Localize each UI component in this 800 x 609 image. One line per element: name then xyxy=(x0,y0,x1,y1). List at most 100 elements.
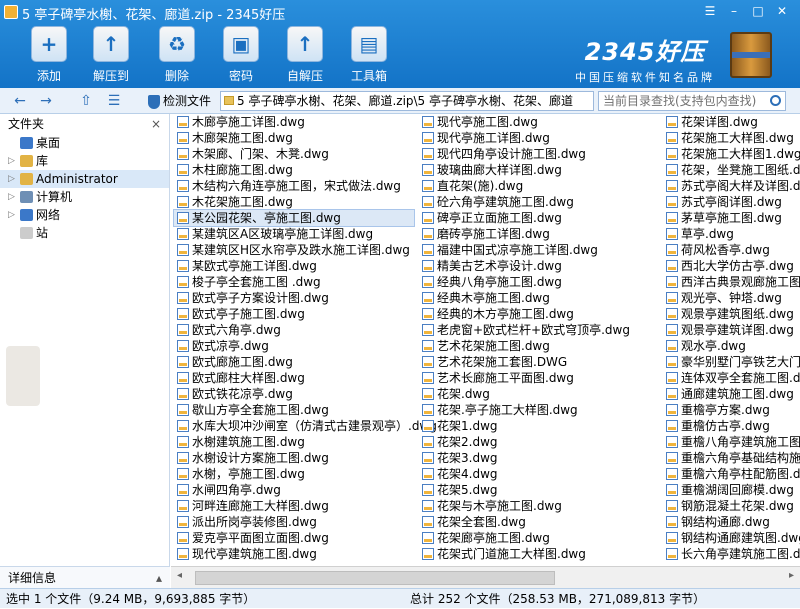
file-item[interactable]: 花架全套图.dwg xyxy=(419,514,659,530)
file-item[interactable]: 钢结构通廊建筑图.dwg xyxy=(663,530,800,546)
file-item[interactable]: 苏式亭阁详图.dwg xyxy=(663,194,800,210)
file-item[interactable]: 花架1.dwg xyxy=(419,418,659,434)
file-item[interactable]: 艺术花架施工套图.DWG xyxy=(419,354,659,370)
file-item[interactable]: 欧式廊柱大样图.dwg xyxy=(174,370,414,386)
file-item[interactable]: 木结构六角连亭施工图，宋式做法.dwg xyxy=(174,178,414,194)
file-item[interactable]: 梭子亭全套施工图 .dwg xyxy=(174,274,414,290)
file-item[interactable]: 木廊架施工图.dwg xyxy=(174,130,414,146)
file-item[interactable]: 经典木亭施工图.dwg xyxy=(419,290,659,306)
file-item[interactable]: 某建筑区H区水帘亭及跌水施工详图.dwg xyxy=(174,242,414,258)
file-item[interactable]: 花架.dwg xyxy=(419,386,659,402)
file-item[interactable]: 豪华别墅门亭铁艺大门施工图.dwg xyxy=(663,354,800,370)
sidebar-item[interactable]: ▷ 计算机 xyxy=(0,188,169,206)
toolbar-button[interactable]: ↑ 自解压 xyxy=(280,26,330,86)
file-item[interactable]: 福建中国式凉亭施工详图.dwg xyxy=(419,242,659,258)
minimize-button[interactable]: – xyxy=(724,2,744,20)
file-item[interactable]: 砼六角亭建筑施工图.dwg xyxy=(419,194,659,210)
toolbar-button[interactable]: ♻ 删除 xyxy=(152,26,202,86)
file-item[interactable]: 木柱廊施工图.dwg xyxy=(174,162,414,178)
file-item[interactable]: 花架2.dwg xyxy=(419,434,659,450)
file-item[interactable]: 花架3.dwg xyxy=(419,450,659,466)
view-mode-icon[interactable]: ☰ xyxy=(104,92,124,110)
file-item[interactable]: 观水亭.dwg xyxy=(663,338,800,354)
sidebar-item[interactable]: ▷ 网络 xyxy=(0,206,169,224)
sidebar-item[interactable]: ▷ Administrator xyxy=(0,170,169,188)
file-item[interactable]: 西洋古典景观廊施工图.dwg xyxy=(663,274,800,290)
file-item[interactable]: 花架4.dwg xyxy=(419,466,659,482)
file-item[interactable]: 欧式铁花凉亭.dwg xyxy=(174,386,414,402)
file-item[interactable]: 重檐仿古亭.dwg xyxy=(663,418,800,434)
file-item[interactable]: 花架与木亭施工图.dwg xyxy=(419,498,659,514)
file-item[interactable]: 现代四角亭设计施工图.dwg xyxy=(419,146,659,162)
file-item[interactable]: 经典的木方亭施工图.dwg xyxy=(419,306,659,322)
file-item[interactable]: 连体双亭全套施工图.dwg xyxy=(663,370,800,386)
file-item[interactable]: 花架5.dwg xyxy=(419,482,659,498)
file-item[interactable]: 木花架施工图.dwg xyxy=(174,194,414,210)
expand-arrow-icon[interactable]: ▷ xyxy=(8,188,15,206)
file-item[interactable]: 钢结构通廊.dwg xyxy=(663,514,800,530)
detect-files-button[interactable]: 检测文件 xyxy=(148,92,211,110)
file-item[interactable]: 重檐湖阔回廊模.dwg xyxy=(663,482,800,498)
horizontal-scrollbar[interactable]: ◂ ▸ xyxy=(171,566,800,588)
toolbar-button[interactable]: ▣ 密码 xyxy=(216,26,266,86)
file-item[interactable]: 水榭，亭施工图.dwg xyxy=(174,466,414,482)
scrollbar-thumb[interactable] xyxy=(195,571,555,585)
file-item[interactable]: 花架廊亭施工图.dwg xyxy=(419,530,659,546)
file-item[interactable]: 重檐六角亭柱配筋图.dwg xyxy=(663,466,800,482)
search-input[interactable]: 当前目录查找(支持包内查找) xyxy=(598,91,786,111)
file-item[interactable]: 直花架(施).dwg xyxy=(419,178,659,194)
file-item[interactable]: 花架详图.dwg xyxy=(663,114,800,130)
file-item[interactable]: 经典八角亭施工图.dwg xyxy=(419,274,659,290)
file-item[interactable]: 木廊亭施工详图.dwg xyxy=(174,114,414,130)
file-item[interactable]: 派出所岗亭装修图.dwg xyxy=(174,514,414,530)
file-item[interactable]: 老虎窗+欧式栏杆+欧式穹顶亭.dwg xyxy=(419,322,659,338)
file-item[interactable]: 欧式亭子施工图.dwg xyxy=(174,306,414,322)
file-item[interactable]: 花架施工大样图1.dwg xyxy=(663,146,800,162)
sidebar-item[interactable]: 桌面 xyxy=(0,134,169,152)
file-item[interactable]: 观景亭建筑详图.dwg xyxy=(663,322,800,338)
file-item[interactable]: 花架.亭子施工大样图.dwg xyxy=(419,402,659,418)
file-item[interactable]: 水榭建筑施工图.dwg xyxy=(174,434,414,450)
maximize-button[interactable]: □ xyxy=(748,2,768,20)
file-item[interactable]: 歇山方亭全套施工图.dwg xyxy=(174,402,414,418)
file-item[interactable]: 某欧式亭施工详图.dwg xyxy=(174,258,414,274)
expand-arrow-icon[interactable]: ▷ xyxy=(8,170,15,188)
file-item[interactable]: 重檐亭方案.dwg xyxy=(663,402,800,418)
file-item[interactable]: 钢筋混凝土花架.dwg xyxy=(663,498,800,514)
file-item[interactable]: 欧式亭子方案设计图.dwg xyxy=(174,290,414,306)
file-item[interactable]: 长六角亭建筑施工图.dwg xyxy=(663,546,800,562)
file-item[interactable]: 茅草亭施工图.dwg xyxy=(663,210,800,226)
details-panel-toggle[interactable]: 详细信息 ▴ xyxy=(0,566,170,588)
file-item[interactable]: 河畔连廊施工大样图.dwg xyxy=(174,498,414,514)
sidebar-item[interactable]: ▷ 库 xyxy=(0,152,169,170)
file-item[interactable]: 某公园花架、亭施工图.dwg xyxy=(173,209,415,227)
file-item[interactable]: 花架式门道施工大样图.dwg xyxy=(419,546,659,562)
file-item[interactable]: 观景亭建筑图纸.dwg xyxy=(663,306,800,322)
back-arrow-icon[interactable]: ← xyxy=(10,92,30,110)
file-item[interactable]: 苏式亭阁大样及详图.dwg xyxy=(663,178,800,194)
file-item[interactable]: 通廊建筑施工图.dwg xyxy=(663,386,800,402)
file-item[interactable]: 水库大坝冲沙闸室（仿清式古建景观亭）.dwg xyxy=(174,418,437,434)
sidebar-item[interactable]: 站 xyxy=(0,224,169,242)
toolbar-button[interactable]: ▤ 工具箱 xyxy=(344,26,394,86)
expand-arrow-icon[interactable]: ▷ xyxy=(8,152,15,170)
file-item[interactable]: 现代亭建筑施工图.dwg xyxy=(174,546,414,562)
file-item[interactable]: 玻璃曲廊大样详图.dwg xyxy=(419,162,659,178)
file-item[interactable]: 艺术花架施工图.dwg xyxy=(419,338,659,354)
file-item[interactable]: 碑亭正立面施工图.dwg xyxy=(419,210,659,226)
file-item[interactable]: 观光亭、钟塔.dwg xyxy=(663,290,800,306)
file-item[interactable]: 磨砖亭施工详图.dwg xyxy=(419,226,659,242)
address-bar[interactable]: 5 亭子碑亭水榭、花架、廊道.zip\5 亭子碑亭水榭、花架、廊道 xyxy=(220,91,594,111)
menu-button[interactable]: ☰ xyxy=(700,2,720,20)
close-button[interactable]: ✕ xyxy=(772,2,792,20)
expand-arrow-icon[interactable]: ▷ xyxy=(8,206,15,224)
scroll-left-icon[interactable]: ◂ xyxy=(177,570,182,581)
file-item[interactable]: 精美古艺术亭设计.dwg xyxy=(419,258,659,274)
file-item[interactable]: 西北大学仿古亭.dwg xyxy=(663,258,800,274)
file-item[interactable]: 某建筑区A区玻璃亭施工详图.dwg xyxy=(174,226,414,242)
up-folder-icon[interactable]: ⇧ xyxy=(76,92,96,110)
file-item[interactable]: 水榭设计方案施工图.dwg xyxy=(174,450,414,466)
toolbar-button[interactable]: ↑ 解压到 xyxy=(86,26,136,86)
file-item[interactable]: 重檐八角亭建筑施工图.dwg xyxy=(663,434,800,450)
file-item[interactable]: 木架廊、门架、木凳.dwg xyxy=(174,146,414,162)
